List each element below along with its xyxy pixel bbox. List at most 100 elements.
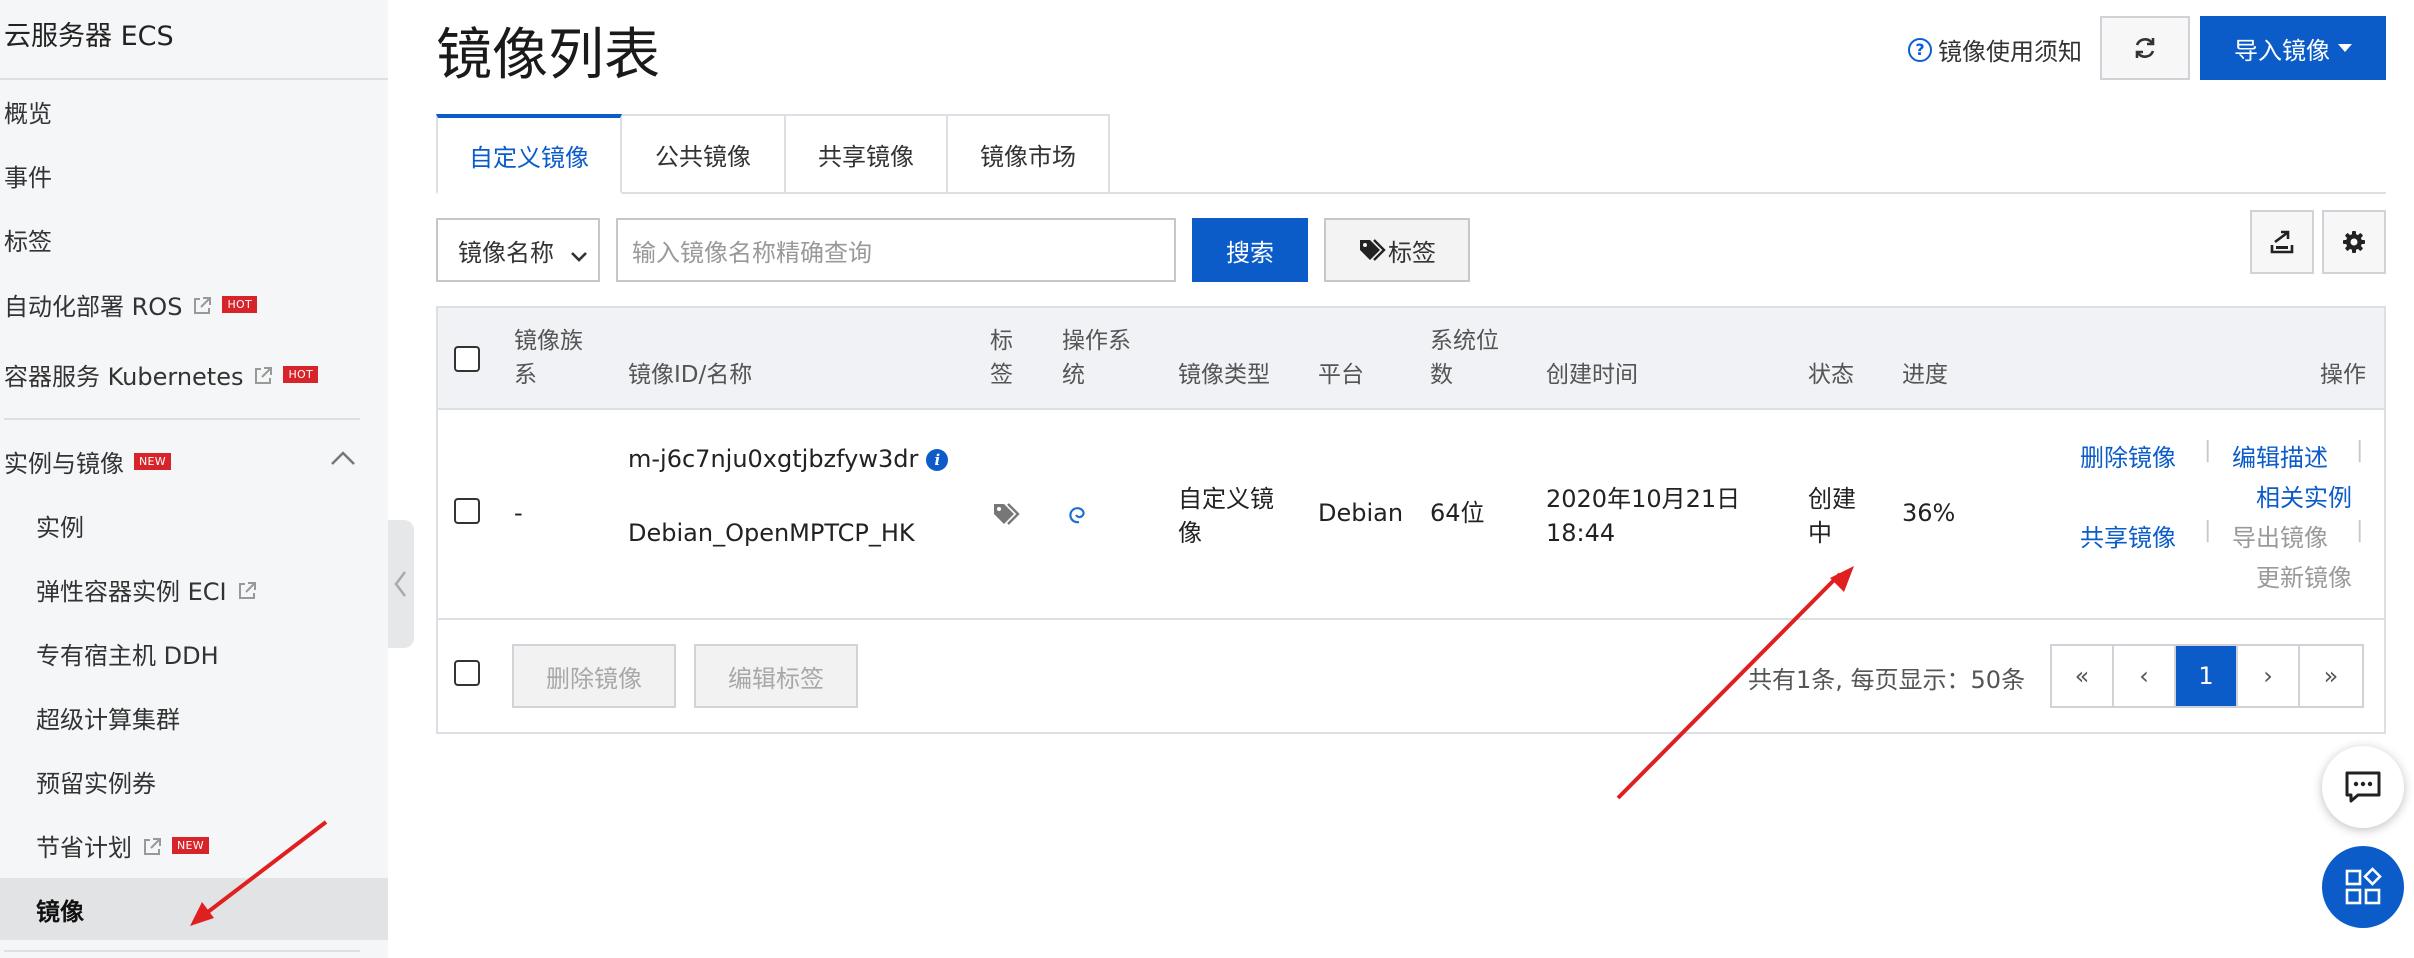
tab-shared-images[interactable]: 共享镜像: [786, 114, 948, 194]
sidebar-item-ddh[interactable]: 专有宿主机 DDH: [0, 622, 388, 684]
table-header: 镜像族系 镜像ID/名称 标签 操作系统 镜像类型 平台 系统位数 创建时间 状…: [438, 308, 2384, 410]
progress: 36%: [1902, 499, 1956, 527]
search-input[interactable]: 输入镜像名称精确查询: [616, 218, 1176, 282]
tag-icon[interactable]: [992, 502, 1024, 532]
search-field-value: 镜像名称: [458, 238, 554, 267]
sidebar-item-label: 镜像: [36, 897, 84, 926]
search-field-select[interactable]: 镜像名称: [436, 218, 600, 282]
page-current-button[interactable]: 1: [2176, 646, 2238, 706]
search-button[interactable]: 搜索: [1192, 218, 1308, 282]
refresh-icon: [2135, 38, 2155, 58]
tag-filter-button[interactable]: 标签: [1324, 218, 1470, 282]
row-checkbox[interactable]: [454, 498, 480, 524]
sidebar-item-eci[interactable]: 弹性容器实例 ECI: [0, 558, 388, 620]
import-image-button[interactable]: 导入镜像: [2200, 16, 2386, 80]
bulk-delete-button[interactable]: 删除镜像: [512, 644, 676, 708]
tab-custom-images[interactable]: 自定义镜像: [436, 114, 622, 194]
share-image-link[interactable]: 共享镜像: [2080, 518, 2176, 553]
chat-button[interactable]: [2322, 746, 2404, 828]
status: 创建中: [1808, 485, 1856, 547]
sidebar: 云服务器 ECS 概览 事件 标签 自动化部署 ROS HOT 容器服务 Kub…: [0, 0, 388, 958]
edit-description-link[interactable]: 编辑描述: [2232, 438, 2328, 473]
gear-icon: [2343, 231, 2365, 253]
row-family: -: [514, 499, 523, 527]
page-last-button[interactable]: »: [2300, 646, 2362, 706]
sidebar-item-ros[interactable]: 自动化部署 ROS HOT: [0, 273, 388, 335]
sidebar-title: 云服务器 ECS: [4, 21, 174, 52]
page-first-button[interactable]: «: [2052, 646, 2114, 706]
sidebar-item-images[interactable]: 镜像: [0, 878, 388, 940]
sidebar-item-instances[interactable]: 实例: [0, 494, 388, 556]
system-bits: 64位: [1430, 499, 1485, 527]
image-name: Debian_OpenMPTCP_HK: [628, 519, 915, 547]
chevron-up-icon[interactable]: [330, 450, 356, 470]
question-icon: ?: [1908, 37, 1932, 62]
sidebar-item-label: 标签: [4, 227, 52, 256]
sidebar-item-label: 弹性容器实例 ECI: [36, 577, 227, 606]
sidebar-item-label: 专有宿主机 DDH: [36, 641, 219, 670]
apps-button[interactable]: [2322, 846, 2404, 928]
tag-filter-label: 标签: [1388, 238, 1436, 267]
import-image-label: 导入镜像: [2234, 36, 2330, 65]
sidebar-item-label: 超级计算集群: [36, 705, 180, 734]
sidebar-divider: [4, 950, 360, 952]
tab-label: 共享镜像: [818, 142, 914, 171]
sidebar-item-kubernetes[interactable]: 容器服务 Kubernetes HOT: [0, 343, 388, 405]
hot-badge: HOT: [283, 365, 319, 383]
pagination: « ‹ 1 › »: [2050, 644, 2364, 708]
tag-icon: [1360, 239, 1386, 261]
settings-button[interactable]: [2322, 210, 2386, 274]
select-all-checkbox[interactable]: [454, 346, 480, 372]
sidebar-item-reserved[interactable]: 预留实例券: [0, 750, 388, 812]
page-title: 镜像列表: [436, 23, 660, 88]
col-status: 状态: [1808, 362, 1854, 388]
search-placeholder: 输入镜像名称精确查询: [632, 238, 872, 267]
debian-logo-icon: [1064, 502, 1090, 532]
page-next-button[interactable]: ›: [2238, 646, 2300, 706]
search-button-label: 搜索: [1226, 238, 1274, 267]
image-tabs: 自定义镜像 公共镜像 共享镜像 镜像市场: [436, 114, 1110, 194]
usage-notice-link[interactable]: ? 镜像使用须知: [1908, 32, 2082, 67]
export-image-link: 导出镜像: [2232, 524, 2328, 552]
sidebar-item-label: 自动化部署 ROS: [4, 292, 183, 321]
col-os: 操作系统: [1062, 328, 1131, 388]
footer-select-all-checkbox[interactable]: [454, 660, 480, 686]
new-badge: NEW: [134, 452, 171, 470]
sidebar-item-tags[interactable]: 标签: [0, 208, 388, 270]
sidebar-divider: [4, 418, 360, 420]
pagination-summary: 共有1条, 每页显示：50条: [1748, 666, 2026, 694]
sidebar-item-supercomputing[interactable]: 超级计算集群: [0, 686, 388, 748]
external-link-icon: [192, 294, 212, 314]
related-instances-link[interactable]: 相关实例: [2256, 478, 2352, 513]
platform: Debian: [1318, 499, 1404, 527]
export-button[interactable]: [2250, 210, 2314, 274]
new-badge: NEW: [172, 836, 209, 854]
sidebar-item-label: 概览: [4, 99, 52, 128]
update-image-link: 更新镜像: [2256, 564, 2352, 592]
col-platform: 平台: [1318, 362, 1364, 388]
chat-icon: [2345, 771, 2381, 803]
refresh-button[interactable]: [2100, 16, 2190, 80]
edit-tags-button[interactable]: 编辑标签: [694, 644, 858, 708]
delete-image-link[interactable]: 删除镜像: [2080, 438, 2176, 473]
sidebar-item-savings-plan[interactable]: 节省计划 NEW: [0, 814, 388, 876]
row-separator: [438, 618, 2384, 620]
chevron-down-icon: [570, 242, 588, 270]
page-prev-button[interactable]: ‹: [2114, 646, 2176, 706]
col-created: 创建时间: [1546, 362, 1638, 388]
sidebar-collapse-handle[interactable]: [388, 520, 414, 648]
tab-public-images[interactable]: 公共镜像: [622, 114, 786, 194]
info-icon[interactable]: i: [926, 449, 949, 471]
col-progress: 进度: [1902, 362, 1948, 388]
sidebar-item-events[interactable]: 事件: [0, 144, 388, 206]
external-link-icon: [142, 835, 162, 855]
sidebar-item-label: 节省计划: [36, 833, 132, 862]
tab-image-market[interactable]: 镜像市场: [948, 114, 1110, 194]
sidebar-item-label: 预留实例券: [36, 769, 156, 798]
export-icon: [2270, 230, 2294, 254]
col-type: 镜像类型: [1178, 362, 1270, 388]
image-id-link[interactable]: m-j6c7nju0xgtjbzfyw3dr: [628, 445, 918, 473]
sidebar-item-overview[interactable]: 概览: [0, 80, 388, 142]
col-id-name: 镜像ID/名称: [628, 362, 753, 388]
hot-badge: HOT: [222, 295, 257, 313]
